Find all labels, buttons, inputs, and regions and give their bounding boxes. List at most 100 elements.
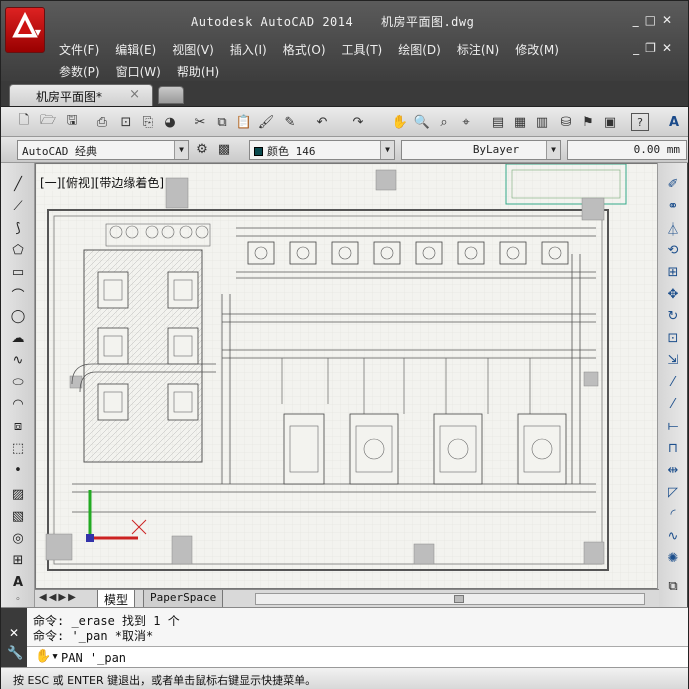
menu-window[interactable]: 窗口(W): [116, 63, 161, 80]
explode-icon[interactable]: ✺: [664, 549, 682, 567]
menu-modify[interactable]: 修改(M): [515, 41, 559, 58]
layer-states-icon[interactable]: ▩: [215, 140, 233, 158]
calculator-icon[interactable]: ▣: [601, 113, 619, 131]
layer-icon[interactable]: ⧉: [664, 577, 682, 595]
minimize-icon[interactable]: _: [633, 13, 645, 27]
break-icon[interactable]: ⊓: [664, 439, 682, 457]
viewport-label[interactable]: [一][俯视][带边缘着色]: [40, 174, 165, 191]
workspace-select[interactable]: AutoCAD 经典 ▼: [17, 140, 189, 160]
cut-icon[interactable]: ✂: [191, 113, 209, 131]
polygon-icon[interactable]: ⬠: [9, 241, 27, 259]
zoom-previous-icon[interactable]: ⌖: [457, 113, 475, 131]
join-icon[interactable]: ⇹: [664, 461, 682, 479]
markup-icon[interactable]: ⚑: [579, 113, 597, 131]
menu-file[interactable]: 文件(F): [59, 41, 99, 58]
hatch-icon[interactable]: ▨: [9, 485, 27, 503]
spline-icon[interactable]: ∿: [9, 351, 27, 369]
multiline-text-icon[interactable]: A: [9, 573, 27, 591]
close-icon[interactable]: ✕: [9, 626, 19, 640]
tool-palettes-icon[interactable]: ▥: [533, 113, 551, 131]
rotate-icon[interactable]: ↻: [664, 307, 682, 325]
save-icon[interactable]: 🖫: [63, 113, 81, 131]
make-block-icon[interactable]: ⬚: [9, 439, 27, 457]
copy-icon[interactable]: ⧉: [213, 113, 231, 131]
tab-paperspace[interactable]: PaperSpace: [143, 590, 224, 608]
menu-edit[interactable]: 编辑(E): [115, 41, 156, 58]
fillet-icon[interactable]: ◜: [664, 505, 682, 523]
move-icon[interactable]: ✥: [664, 285, 682, 303]
tab-close-icon[interactable]: ×: [129, 87, 140, 102]
workspace-settings-icon[interactable]: ⚙: [193, 140, 211, 158]
rectangle-icon[interactable]: ▭: [9, 263, 27, 281]
region-icon[interactable]: ◎: [9, 529, 27, 547]
new-file-icon[interactable]: 🗋: [15, 113, 33, 131]
menu-draw[interactable]: 绘图(D): [398, 41, 441, 58]
arc-icon[interactable]: ⌒: [9, 285, 27, 304]
array-icon[interactable]: ⊞: [664, 263, 682, 281]
sheet-set-icon[interactable]: ⛁: [557, 113, 575, 131]
scale-icon[interactable]: ⊡: [664, 329, 682, 347]
copy-icon[interactable]: ⚭: [664, 197, 682, 215]
menu-insert[interactable]: 插入(I): [230, 41, 267, 58]
menu-tools[interactable]: 工具(T): [342, 41, 383, 58]
block-editor-icon[interactable]: ✎: [281, 113, 299, 131]
revision-cloud-icon[interactable]: ☁: [9, 329, 27, 347]
menu-view[interactable]: 视图(V): [172, 41, 214, 58]
menu-format[interactable]: 格式(O): [283, 41, 326, 58]
line-icon[interactable]: ╱: [9, 175, 27, 193]
stretch-icon[interactable]: ⇲: [664, 351, 682, 369]
circle-icon[interactable]: ◯: [9, 307, 27, 325]
chamfer-icon[interactable]: ◸: [664, 483, 682, 501]
insert-block-icon[interactable]: ⧈: [9, 417, 27, 435]
erase-icon[interactable]: ✐: [664, 175, 682, 193]
menu-help[interactable]: 帮助(H): [177, 63, 219, 80]
offset-icon[interactable]: ⟲: [664, 241, 682, 259]
mirror-icon[interactable]: ⏃: [664, 219, 682, 238]
point-icon[interactable]: •: [9, 461, 27, 479]
polyline-icon[interactable]: ⟋: [9, 197, 27, 215]
zoom-window-icon[interactable]: ⌕: [435, 113, 453, 131]
horizontal-scrollbar[interactable]: [255, 593, 645, 605]
open-folder-icon[interactable]: 🗁: [39, 113, 57, 131]
ellipse-icon[interactable]: ⬭: [9, 373, 27, 391]
layout-nav-arrows-icon[interactable]: ◀◀▶▶: [39, 592, 78, 603]
trim-icon[interactable]: ⁄: [664, 373, 682, 391]
blend-curves-icon[interactable]: ∿: [664, 527, 682, 545]
gradient-icon[interactable]: ▧: [9, 507, 27, 525]
linetype-select[interactable]: ByLayer ▼: [401, 140, 561, 160]
command-input[interactable]: ✋▾ PAN '_pan: [27, 646, 688, 668]
doc-close-icon[interactable]: ✕: [662, 41, 678, 55]
break-at-point-icon[interactable]: ⟝: [664, 417, 682, 435]
lineweight-select[interactable]: 0.00 mm: [567, 140, 687, 160]
doc-minimize-icon[interactable]: _: [633, 41, 645, 55]
redo-icon[interactable]: ↷: [349, 113, 367, 131]
print-preview-icon[interactable]: ⊡: [117, 113, 135, 131]
extend-icon[interactable]: ⁄: [664, 395, 682, 413]
maximize-icon[interactable]: □: [645, 13, 662, 27]
menu-parameter[interactable]: 参数(P): [59, 63, 100, 80]
menu-dimension[interactable]: 标注(N): [457, 41, 499, 58]
construction-line-icon[interactable]: ⟆: [9, 219, 27, 237]
publish-icon[interactable]: ⎘: [139, 113, 157, 131]
wrench-icon[interactable]: 🔧: [7, 646, 23, 661]
zoom-realtime-icon[interactable]: 🔍: [413, 113, 431, 131]
text-style-icon[interactable]: A: [665, 113, 683, 131]
color-select[interactable]: 颜色 146 ▼: [249, 140, 395, 160]
scrollbar-thumb[interactable]: [454, 595, 464, 603]
help-icon[interactable]: ?: [631, 113, 649, 131]
undo-icon[interactable]: ↶: [313, 113, 331, 131]
drawing-canvas[interactable]: [一][俯视][带边缘着色]: [35, 163, 659, 589]
match-properties-icon[interactable]: 🖌: [257, 113, 275, 131]
properties-icon[interactable]: ▤: [489, 113, 507, 131]
paste-icon[interactable]: 📋: [235, 113, 253, 131]
pan-icon[interactable]: ✋: [391, 113, 409, 131]
close-icon[interactable]: ✕: [662, 13, 678, 27]
tab-model[interactable]: 模型: [97, 590, 136, 608]
document-tab[interactable]: 机房平面图* ×: [9, 84, 153, 106]
ellipse-arc-icon[interactable]: ◠: [9, 395, 27, 413]
table-icon[interactable]: ⊞: [9, 551, 27, 569]
application-menu-button[interactable]: ▼: [5, 7, 45, 53]
doc-restore-icon[interactable]: ❐: [645, 41, 662, 55]
design-center-icon[interactable]: ▦: [511, 113, 529, 131]
print-icon[interactable]: ⎙: [93, 113, 111, 131]
